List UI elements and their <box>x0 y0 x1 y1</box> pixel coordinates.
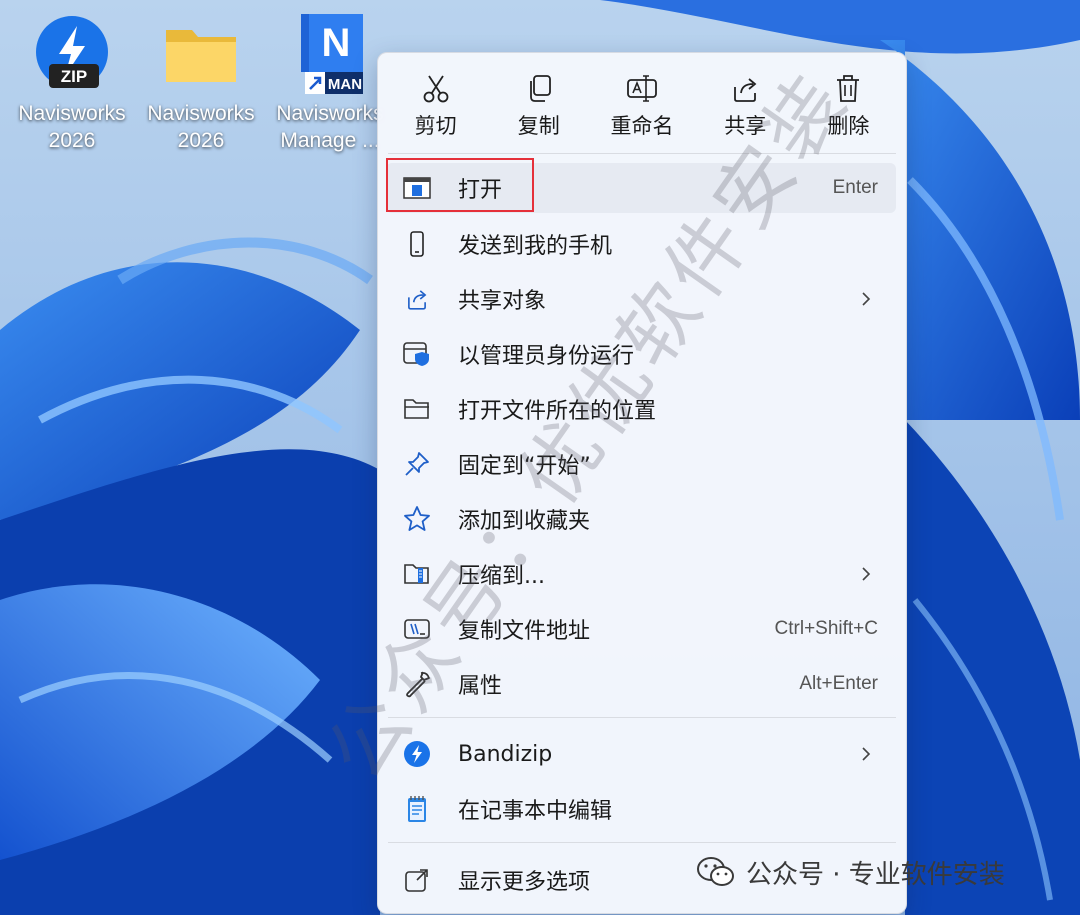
divider <box>388 842 896 843</box>
menu-item-label: 在记事本中编辑 <box>458 799 613 824</box>
copy-icon <box>529 75 551 102</box>
cut-label: 剪切 <box>414 114 457 138</box>
share-button[interactable]: 共享 <box>694 53 797 153</box>
bandizip-icon <box>402 739 432 769</box>
menu-item-label: 添加到收藏夹 <box>458 509 591 534</box>
menu-item-label: 复制文件地址 <box>458 619 591 644</box>
menu-item-label: 打开文件所在的位置 <box>458 399 657 424</box>
wechat-icon <box>697 857 734 886</box>
menu-item-edit-in-notepad[interactable]: 在记事本中编辑 <box>386 784 896 834</box>
menu-item-label: 打开 <box>458 178 503 203</box>
chevron-right-icon <box>862 747 871 761</box>
menu-item-send-to-phone[interactable]: 发送到我的手机 <box>386 219 896 269</box>
bandizip-archive-icon: ZIP <box>27 10 117 100</box>
admin-shield-icon <box>402 339 432 369</box>
rename-label: 重命名 <box>610 114 674 138</box>
desktop-icon-label: Navisworks Manage ... <box>276 102 384 152</box>
trash-icon <box>837 75 860 102</box>
desktop-icon-navisworks-manage[interactable]: N MAN Navisworks Manage ... <box>266 10 394 154</box>
copy-path-icon <box>402 614 432 644</box>
menu-item-label: 以管理员身份运行 <box>458 344 635 369</box>
notepad-icon <box>402 794 432 824</box>
star-icon <box>402 504 432 534</box>
chevron-right-icon <box>862 292 871 306</box>
menu-item-copy-as-path[interactable]: 复制文件地址 Ctrl+Shift+C <box>386 604 896 654</box>
pin-icon <box>402 449 432 479</box>
divider <box>388 153 896 154</box>
more-options-icon <box>402 865 432 895</box>
open-app-icon <box>402 173 432 203</box>
menu-item-label: 共享对象 <box>458 289 547 314</box>
menu-item-shortcut: Enter <box>832 177 878 198</box>
share-icon <box>402 284 432 314</box>
share-label: 共享 <box>724 114 767 138</box>
navisworks-manage-shortcut-icon: N MAN <box>285 10 375 100</box>
divider <box>388 717 896 718</box>
copy-button[interactable]: 复制 <box>487 53 590 153</box>
navisworks-letter: N <box>322 21 351 65</box>
menu-item-run-as-admin[interactable]: 以管理员身份运行 <box>386 329 896 379</box>
share-icon <box>734 78 757 102</box>
wechat-account-mark: 公众号 · 专业软件安装 <box>696 852 1005 892</box>
rename-button[interactable]: 重命名 <box>590 53 693 153</box>
menu-item-open-file-location[interactable]: 打开文件所在的位置 <box>386 384 896 434</box>
man-badge-text: MAN <box>328 76 362 93</box>
menu-item-shortcut: Ctrl+Shift+C <box>774 618 878 639</box>
delete-button[interactable]: 删除 <box>797 53 900 153</box>
menu-item-label: Bandizip <box>458 741 553 767</box>
menu-item-label: 压缩到... <box>458 564 545 589</box>
menu-item-label: 固定到“开始” <box>458 454 591 479</box>
menu-item-add-to-favorites[interactable]: 添加到收藏夹 <box>386 494 896 544</box>
wrench-icon <box>402 669 432 699</box>
rename-icon <box>627 75 657 102</box>
menu-item-label: 属性 <box>458 674 503 699</box>
zip-folder-icon <box>402 559 432 589</box>
menu-item-label: 发送到我的手机 <box>458 234 613 259</box>
quick-actions-bar: 剪切 复制 重命名 共享 删除 <box>378 53 906 153</box>
desktop-icon-label: Navisworks 2026 <box>18 102 126 152</box>
desktop-icon-label: Navisworks 2026 <box>147 102 255 152</box>
menu-item-share-with[interactable]: 共享对象 <box>386 274 896 324</box>
menu-item-shortcut: Alt+Enter <box>799 673 878 694</box>
desktop-icon-navisworks-folder[interactable]: Navisworks 2026 <box>137 10 265 154</box>
cut-button[interactable]: 剪切 <box>384 53 487 153</box>
scissors-icon <box>423 75 448 103</box>
menu-item-pin-to-start[interactable]: 固定到“开始” <box>386 439 896 489</box>
delete-label: 删除 <box>827 114 870 138</box>
folder-icon <box>156 10 246 100</box>
menu-item-compress-to[interactable]: 压缩到... <box>386 549 896 599</box>
menu-item-open[interactable]: 打开 Enter <box>386 163 896 213</box>
folder-open-icon <box>402 394 432 424</box>
copy-label: 复制 <box>517 114 560 138</box>
menu-item-properties[interactable]: 属性 Alt+Enter <box>386 659 896 709</box>
chevron-right-icon <box>862 567 871 581</box>
zip-badge-text: ZIP <box>61 67 87 86</box>
menu-item-bandizip[interactable]: Bandizip <box>386 729 896 779</box>
footer-mark-text: 公众号 · 专业软件安装 <box>746 859 1005 890</box>
context-menu: 剪切 复制 重命名 共享 删除 打开 Enter 发送到我的手机 共享对象 以管… <box>377 52 907 914</box>
phone-icon <box>402 229 432 259</box>
desktop-icon-navisworks-zip[interactable]: ZIP Navisworks 2026 <box>8 10 136 154</box>
